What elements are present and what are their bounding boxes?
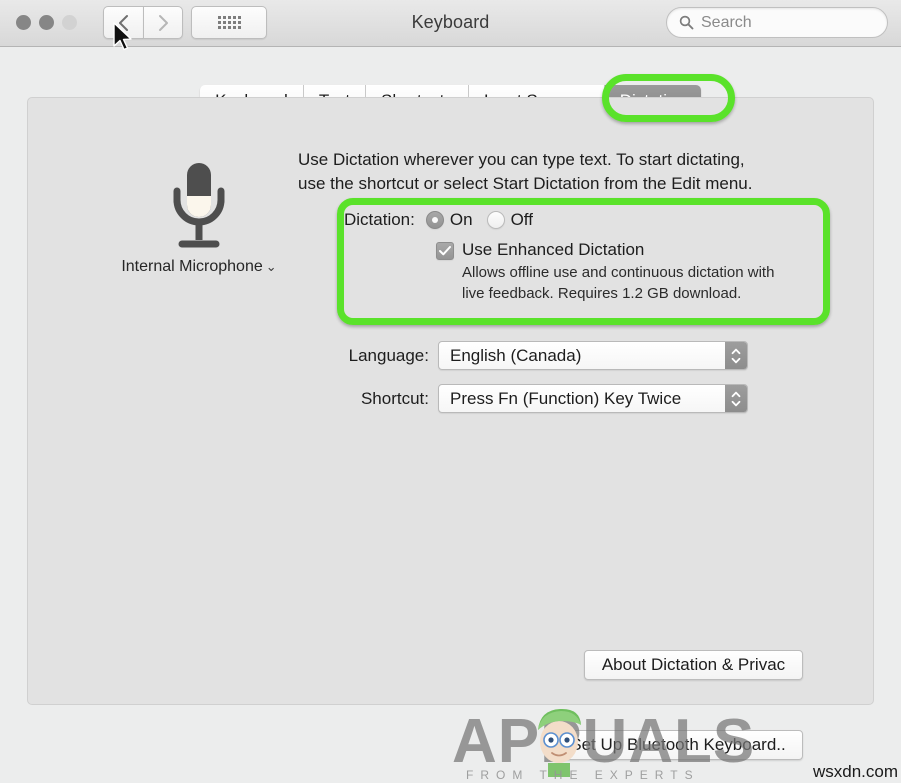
- radio-off[interactable]: [486, 211, 505, 229]
- setup-bluetooth-keyboard-button[interactable]: Set Up Bluetooth Keyboard..: [553, 730, 803, 760]
- shortcut-row: Shortcut: Press Fn (Function) Key Twice: [324, 384, 748, 413]
- dictation-label: Dictation:: [344, 210, 415, 229]
- dictation-description-line1: Use Dictation wherever you can type text…: [298, 150, 745, 169]
- microphone-selector[interactable]: Internal Microphone ⌄: [114, 160, 284, 276]
- enhanced-dictation-description: Allows offline use and continuous dictat…: [462, 263, 832, 304]
- enhanced-dictation-label: Use Enhanced Dictation: [462, 240, 645, 259]
- radio-on[interactable]: [425, 211, 444, 229]
- enhanced-description-line1: Allows offline use and continuous dictat…: [462, 264, 775, 281]
- dictation-off-option[interactable]: Off: [486, 210, 547, 230]
- watermark-tagline: FROM THE EXPERTS: [466, 768, 700, 782]
- language-row: Language: English (Canada): [324, 341, 748, 370]
- microphone-label: Internal Microphone ⌄: [114, 258, 284, 276]
- shortcut-label: Shortcut:: [360, 388, 429, 408]
- watermark-site: wsxdn.com: [812, 762, 898, 781]
- chevron-down-icon: [731, 357, 741, 363]
- enhanced-description-line2: live feedback. Requires 1.2 GB download.: [462, 284, 742, 302]
- dictation-description: Use Dictation wherever you can type text…: [298, 148, 818, 196]
- dictation-settings-group: Dictation: On Off Use Enhanced Dictation: [344, 210, 824, 304]
- language-value: English (Canada): [450, 345, 582, 365]
- dictation-on-option[interactable]: On: [425, 210, 487, 230]
- enhanced-dictation-checkbox[interactable]: [436, 242, 454, 260]
- shortcut-stepper[interactable]: [725, 385, 747, 412]
- window-toolbar: Keyboard: [0, 0, 901, 51]
- search-field[interactable]: [666, 7, 888, 38]
- language-popup[interactable]: English (Canada): [438, 341, 748, 370]
- microphone-icon: [173, 163, 225, 248]
- radio-on-label: On: [449, 210, 473, 229]
- shortcut-value: Press Fn (Function) Key Twice: [450, 388, 682, 408]
- dictation-description-line2: use the shortcut or select Start Dictati…: [298, 174, 753, 194]
- chevron-down-icon: [731, 400, 741, 406]
- microphone-name: Internal Microphone: [121, 258, 263, 275]
- radio-off-label: Off: [510, 210, 533, 229]
- dictation-toggle-row: Dictation: On Off: [344, 210, 824, 230]
- search-input[interactable]: [701, 13, 871, 32]
- checkmark-icon: [439, 246, 451, 256]
- enhanced-dictation-row[interactable]: Use Enhanced Dictation: [436, 240, 824, 260]
- dictation-pane: Internal Microphone ⌄ Use Dictation where…: [27, 97, 874, 705]
- about-dictation-privacy-button[interactable]: About Dictation & Privac: [584, 650, 803, 680]
- chevron-up-icon: [731, 348, 741, 354]
- language-label: Language:: [348, 345, 429, 365]
- chevron-up-icon: [731, 391, 741, 397]
- preferences-window: Keyboard Keyboard Text Shortcuts Input S…: [0, 0, 901, 783]
- language-stepper[interactable]: [725, 342, 747, 369]
- shortcut-popup[interactable]: Press Fn (Function) Key Twice: [438, 384, 748, 413]
- chevron-down-icon: ⌄: [265, 259, 277, 274]
- search-icon: [679, 15, 694, 30]
